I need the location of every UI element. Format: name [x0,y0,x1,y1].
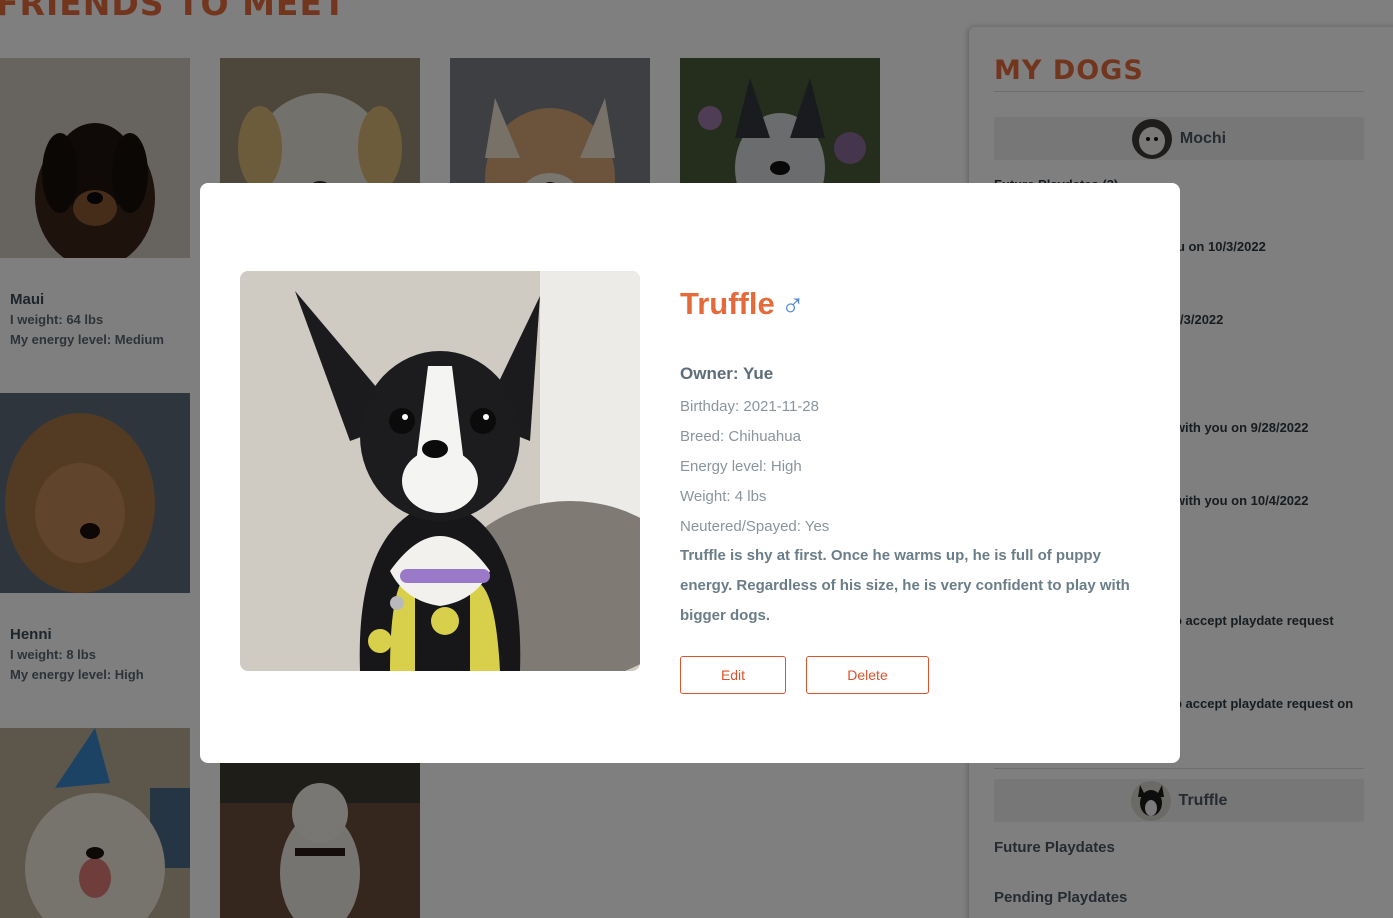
male-icon: ♂ [780,286,805,322]
weight-text: Weight: 4 lbs [680,488,767,505]
energy-text: Energy level: High [680,458,802,475]
neutered-text: Neutered/Spayed: Yes [680,518,830,535]
dog-photo [240,271,640,671]
delete-button[interactable]: Delete [806,656,929,694]
dog-bio: Truffle is shy at first. Once he warms u… [680,547,1130,624]
dog-name-heading: Truffle ♂ [680,286,805,322]
dog-name: Truffle [680,286,775,321]
breed-text: Breed: Chihuahua [680,428,801,445]
birthday-text: Birthday: 2021-11-28 [680,398,819,415]
edit-button[interactable]: Edit [680,656,786,694]
dog-detail-modal: Truffle ♂ Owner: Yue Birthday: 2021-11-2… [200,183,1180,763]
owner-text: Owner: Yue [680,364,774,383]
